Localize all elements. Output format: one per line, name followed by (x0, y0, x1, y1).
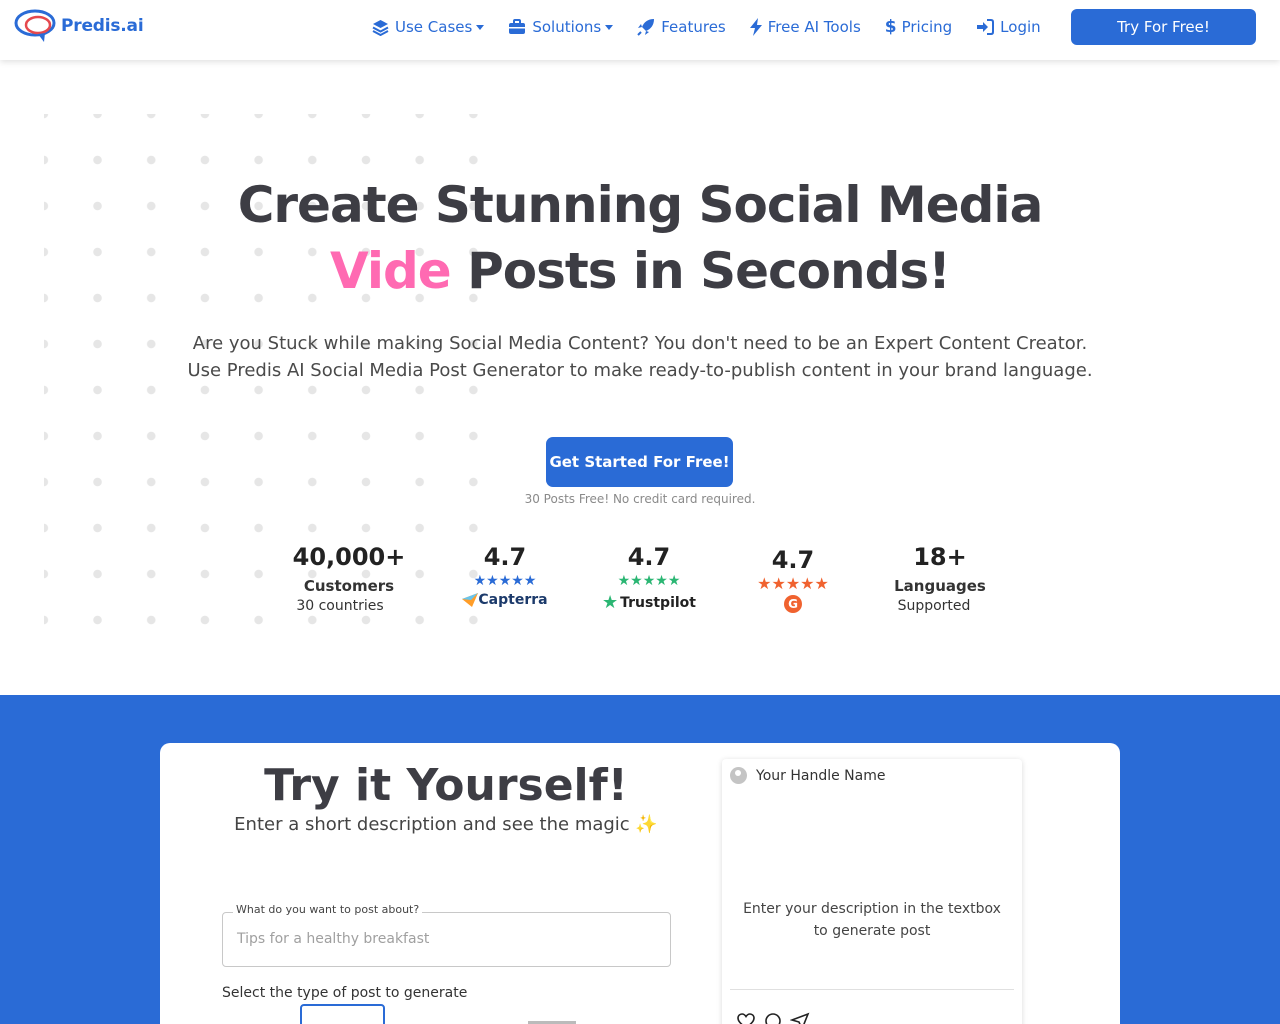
stat-value: 40,000+ (292, 543, 406, 571)
stat-value: 4.7 (483, 543, 527, 571)
stat-trustpilot: 4.7 ★★★★★ ★ Trustpilot (599, 543, 699, 613)
preview-handle: Your Handle Name (730, 767, 885, 784)
post-type-label: Select the type of post to generate (222, 985, 468, 1001)
comment-icon[interactable] (764, 1012, 782, 1024)
brand-name: Predis.ai (61, 16, 144, 36)
try-subtitle: Enter a short description and see the ma… (234, 814, 658, 835)
rating-stars: ★★★★★ (757, 574, 829, 593)
login-icon (977, 19, 995, 35)
g2-brand-name: G (784, 595, 802, 613)
capterra-logo: Capterra (455, 592, 555, 608)
nav-free-ai-tools[interactable]: Free AI Tools (749, 18, 861, 36)
stat-sub: 30 countries (296, 598, 384, 614)
stat-value: 18+ (913, 543, 967, 571)
nav-label: Pricing (901, 18, 953, 36)
caret-down-icon (605, 24, 614, 30)
trustpilot-brand-name: Trustpilot (620, 594, 696, 611)
nav-features[interactable]: Features (637, 18, 726, 36)
heart-icon[interactable] (736, 1012, 756, 1024)
nav-label: Login (1000, 18, 1041, 36)
avatar-icon (730, 767, 747, 784)
handle-name: Your Handle Name (756, 767, 886, 784)
stat-customers: 40,000+ Customers 30 countries (290, 543, 408, 614)
preview-divider (730, 989, 1014, 990)
chat-bubble-logo-icon (14, 9, 56, 42)
preview-actions (736, 1012, 818, 1024)
briefcase-icon (509, 19, 526, 34)
stat-g2: 4.7 ★★★★★ G (743, 546, 843, 613)
nav-use-cases[interactable]: Use Cases (372, 18, 485, 36)
bolt-icon (749, 18, 762, 36)
try-title: Try it Yourself! (264, 760, 628, 811)
dollar-icon: $ (884, 17, 897, 37)
hero-subtitle-line2: Use Predis AI Social Media Post Generato… (187, 360, 1093, 381)
nav-label: Free AI Tools (767, 18, 861, 36)
nav-label: Use Cases (395, 18, 473, 36)
hero-subtitle: Are you Stuck while making Social Media … (140, 330, 1140, 384)
nav-pricing[interactable]: $ Pricing (885, 17, 952, 37)
preview-placeholder-line1: Enter your description in the textbox (743, 901, 1001, 917)
stat-value: 4.7 (771, 546, 815, 574)
trustpilot-logo: ★ Trustpilot (599, 592, 699, 613)
hero-title-rest: Posts in Seconds! (450, 242, 951, 300)
nav-login[interactable]: Login (976, 18, 1041, 36)
top-navbar: Predis.ai Use Cases Solutions Features F… (0, 0, 1280, 60)
get-started-button[interactable]: Get Started For Free! (546, 437, 733, 487)
rating-stars: ★★★★★ (617, 573, 681, 589)
hero-title: Create Stunning Social Media Vide Posts … (140, 172, 1140, 304)
post-topic-label: What do you want to post about? (233, 903, 423, 916)
star-icon: ★ (602, 592, 619, 613)
nav-label: Features (661, 18, 726, 36)
hero-title-highlight: Vide (330, 242, 452, 300)
caret-down-icon (476, 24, 485, 30)
stat-languages: 18+ Languages Supported (886, 543, 994, 614)
nav-label: Solutions (532, 18, 602, 36)
share-icon[interactable] (789, 1012, 810, 1024)
main-nav: Use Cases Solutions Features Free AI Too… (372, 0, 1065, 54)
capterra-arrow-icon (462, 593, 479, 607)
preview-placeholder-line2: to generate post (813, 923, 931, 939)
rocket-icon (637, 19, 655, 36)
brand-logo[interactable]: Predis.ai (14, 8, 144, 44)
stat-value: 4.7 (627, 543, 671, 571)
stat-capterra: 4.7 ★★★★★ Capterra (455, 543, 555, 608)
post-topic-placeholder: Tips for a healthy breakfast (237, 931, 430, 947)
post-type-option-selected[interactable] (300, 1004, 385, 1024)
rating-stars: ★★★★★ (473, 573, 537, 589)
preview-placeholder: Enter your description in the textbox to… (732, 898, 1012, 942)
stat-label: Languages (894, 577, 986, 595)
stat-label: Customers (303, 577, 395, 595)
stat-sub: Supported (897, 598, 971, 614)
try-for-free-button[interactable]: Try For Free! (1071, 9, 1256, 45)
hero-title-line2: Vide Posts in Seconds! (140, 238, 1140, 304)
free-posts-note: 30 Posts Free! No credit card required. (524, 492, 756, 506)
post-preview-card (722, 759, 1022, 1024)
layers-icon (372, 19, 389, 36)
hero-title-line1: Create Stunning Social Media (237, 176, 1044, 234)
hero-subtitle-line1: Are you Stuck while making Social Media … (192, 333, 1088, 354)
nav-solutions[interactable]: Solutions (508, 18, 614, 36)
g2-logo: G (743, 595, 843, 613)
capterra-brand-name: Capterra (478, 592, 548, 608)
